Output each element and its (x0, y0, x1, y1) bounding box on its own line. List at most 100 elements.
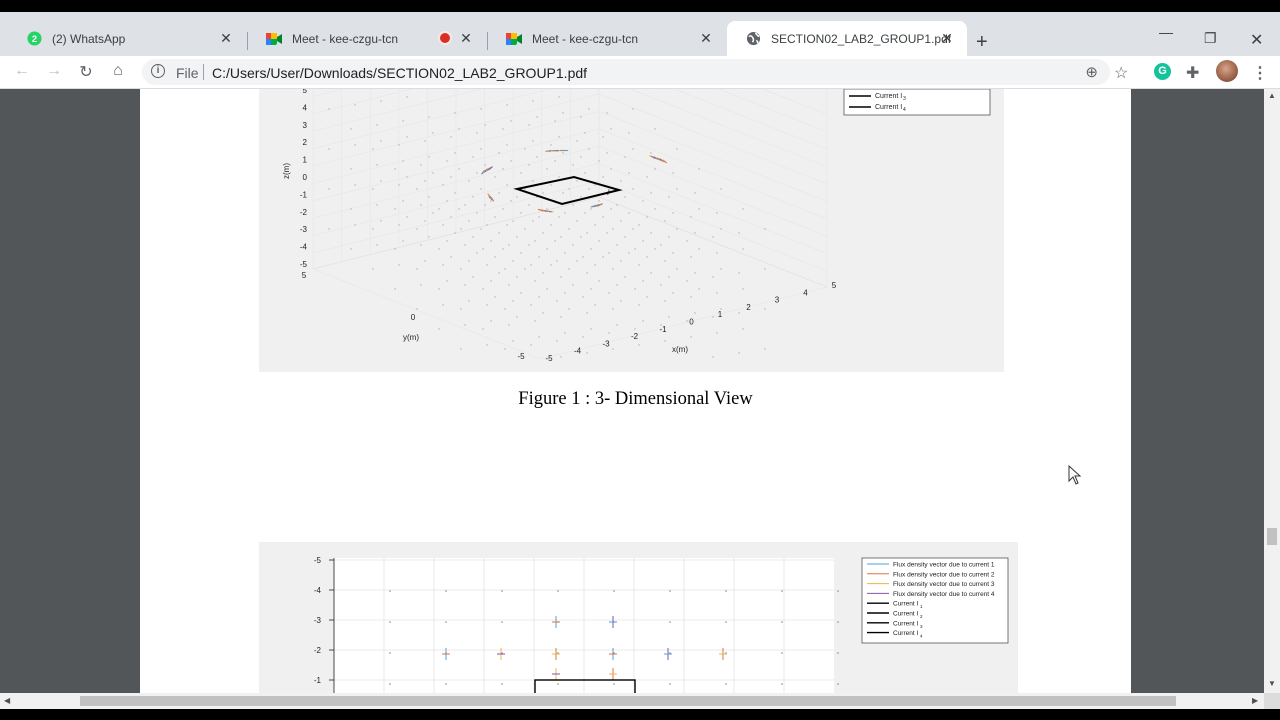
x-tick: -3 (602, 339, 610, 348)
svg-text:2: 2 (31, 34, 36, 44)
figure-3d-plot-canvas: 5 4 3 2 1 0 -1 -2 -3 -4 -5 z(m) 5 0 -5 y(m) -5 -4 -3… (282, 89, 991, 363)
legend-entry: Flux density vector due to current 4 (893, 591, 995, 598)
z-tick: 0 (303, 173, 308, 182)
legend-entry: Current I (875, 93, 902, 100)
scroll-right-arrow-icon[interactable]: ▶ (1252, 696, 1258, 705)
grammarly-extension-icon[interactable]: G (1154, 63, 1171, 80)
x-tick: 1 (718, 310, 723, 319)
legend-entry: Current I (893, 630, 918, 637)
scheme-label: File (176, 65, 199, 81)
home-icon[interactable]: ⌂ (108, 62, 128, 80)
vertical-scrollbar[interactable]: ▲ ▼ (1264, 89, 1280, 693)
recording-indicator-icon (440, 33, 450, 43)
x-tick: 5 (832, 281, 837, 290)
z-tick: -2 (300, 208, 308, 217)
address-bar[interactable]: i File C:/Users/User/Downloads/SECTION02… (142, 59, 1110, 85)
tab-strip: 2 (2) WhatsApp ✕ Meet - kee-czgu-tcn ✕ M… (0, 12, 1280, 56)
z-tick: -5 (300, 260, 308, 269)
z-tick: 2 (303, 138, 308, 147)
bottom-black-bar (0, 709, 1280, 720)
legend-entry: Current I (893, 601, 918, 608)
forward-arrow-icon[interactable]: → (44, 62, 64, 80)
menu-kebab-icon[interactable]: ⋮ (1252, 63, 1268, 83)
x-tick: 0 (689, 318, 694, 327)
extensions-puzzle-icon[interactable]: ✚ (1186, 63, 1199, 83)
vertical-scroll-thumb[interactable] (1267, 528, 1277, 545)
close-tab-icon[interactable]: ✕ (698, 30, 714, 46)
zoom-magnifier-icon[interactable]: ⊕ (1085, 63, 1098, 81)
pdf-viewer[interactable]: 5 4 3 2 1 0 -1 -2 -3 -4 -5 z(m) 5 0 -5 y(m) -5 -4 -3… (0, 89, 1264, 693)
close-tab-icon[interactable]: ✕ (458, 30, 474, 46)
x-axis-label: x(m) (672, 345, 688, 354)
legend-subscript: 4 (903, 107, 906, 113)
tab-title: (2) WhatsApp (52, 31, 126, 46)
y-tick: 0 (411, 313, 416, 322)
legend-entry: Current I (893, 611, 918, 618)
mouse-pointer-icon (1068, 465, 1082, 485)
tab-meet-2[interactable]: Meet - kee-czgu-tcn ✕ (488, 21, 726, 56)
z-tick: 3 (303, 121, 308, 130)
x-tick: 3 (775, 296, 780, 305)
legend-entry: Flux density vector due to current 1 (893, 562, 995, 569)
x-tick: 4 (803, 288, 808, 297)
tab-meet-1[interactable]: Meet - kee-czgu-tcn ✕ (248, 21, 486, 56)
y-tick: -1 (314, 676, 322, 685)
figure-2d-plot-canvas: -5 -4 -3 -2 -1 Flux density vector due to cu… (314, 556, 1009, 693)
x-tick: -4 (574, 347, 582, 356)
x-tick: -1 (659, 325, 667, 334)
x-tick: -2 (631, 332, 639, 341)
z-tick: 4 (303, 103, 308, 112)
tab-title: Meet - kee-czgu-tcn (532, 31, 639, 46)
top-black-bar (0, 0, 1280, 12)
whatsapp-icon: 2 (26, 31, 42, 47)
scroll-down-arrow-icon[interactable]: ▼ (1268, 679, 1276, 688)
tab-pdf[interactable]: SECTION02_LAB2_GROUP1.pdf ✕ (727, 21, 967, 56)
url-text[interactable]: C:/Users/User/Downloads/SECTION02_LAB2_G… (212, 65, 587, 81)
pdf-page: 5 4 3 2 1 0 -1 -2 -3 -4 -5 z(m) 5 0 -5 y(m) -5 -4 -3… (140, 89, 1131, 693)
back-arrow-icon[interactable]: ← (12, 62, 32, 80)
y-tick: -5 (314, 556, 322, 565)
z-tick: -4 (300, 243, 308, 252)
reload-icon[interactable]: ↻ (76, 62, 96, 82)
figure-3d-plot: 5 4 3 2 1 0 -1 -2 -3 -4 -5 z(m) 5 0 -5 y(m) -5 -4 -3… (259, 89, 1004, 372)
horizontal-scroll-thumb[interactable] (80, 696, 1176, 706)
legend-entry: Current I (893, 620, 918, 627)
bookmark-star-icon[interactable]: ☆ (1114, 63, 1128, 83)
z-axis-label: z(m) (282, 163, 291, 179)
site-info-icon[interactable]: i (151, 64, 165, 78)
google-meet-icon (506, 31, 522, 47)
scrollbar-corner (1264, 693, 1280, 709)
window-close-icon[interactable]: ✕ (1250, 30, 1263, 50)
current-loop (513, 175, 623, 206)
y-tick: -3 (314, 616, 322, 625)
tab-title: Meet - kee-czgu-tcn (292, 31, 399, 46)
minimize-icon[interactable]: — (1159, 24, 1173, 40)
z-tick: -3 (300, 225, 308, 234)
y-tick: 5 (302, 271, 307, 280)
google-meet-icon (266, 31, 282, 47)
horizontal-scrollbar[interactable]: ◀ ▶ (0, 693, 1264, 709)
legend-subscript: 3 (903, 96, 906, 102)
legend-entry: Current I (875, 104, 902, 111)
avatar[interactable] (1216, 60, 1238, 82)
restore-icon[interactable]: ❐ (1204, 30, 1217, 47)
globe-icon (745, 31, 761, 47)
address-divider (203, 64, 204, 80)
y-tick: -4 (314, 586, 322, 595)
scroll-left-arrow-icon[interactable]: ◀ (4, 696, 10, 705)
y-axis-label: y(m) (403, 333, 419, 342)
figure-2d-plot: -5 -4 -3 -2 -1 Flux density vector due to cu… (259, 542, 1018, 693)
x-tick: 2 (746, 303, 751, 312)
x-tick: -5 (545, 354, 553, 363)
new-tab-plus-icon[interactable]: + (976, 32, 988, 52)
close-tab-icon[interactable]: ✕ (939, 30, 955, 46)
close-tab-icon[interactable]: ✕ (218, 30, 234, 46)
tab-title: SECTION02_LAB2_GROUP1.pdf (771, 31, 952, 46)
z-tick: 5 (303, 89, 308, 95)
tab-whatsapp[interactable]: 2 (2) WhatsApp ✕ (8, 21, 246, 56)
legend: Flux density vector due to current 1 Flux… (861, 557, 1009, 644)
z-tick: 1 (303, 156, 308, 165)
legend-entry: Flux density vector due to current 3 (893, 581, 995, 588)
scroll-up-arrow-icon[interactable]: ▲ (1268, 91, 1276, 100)
browser-toolbar: ← → ↻ ⌂ i File C:/Users/User/Downloads/S… (0, 56, 1280, 89)
